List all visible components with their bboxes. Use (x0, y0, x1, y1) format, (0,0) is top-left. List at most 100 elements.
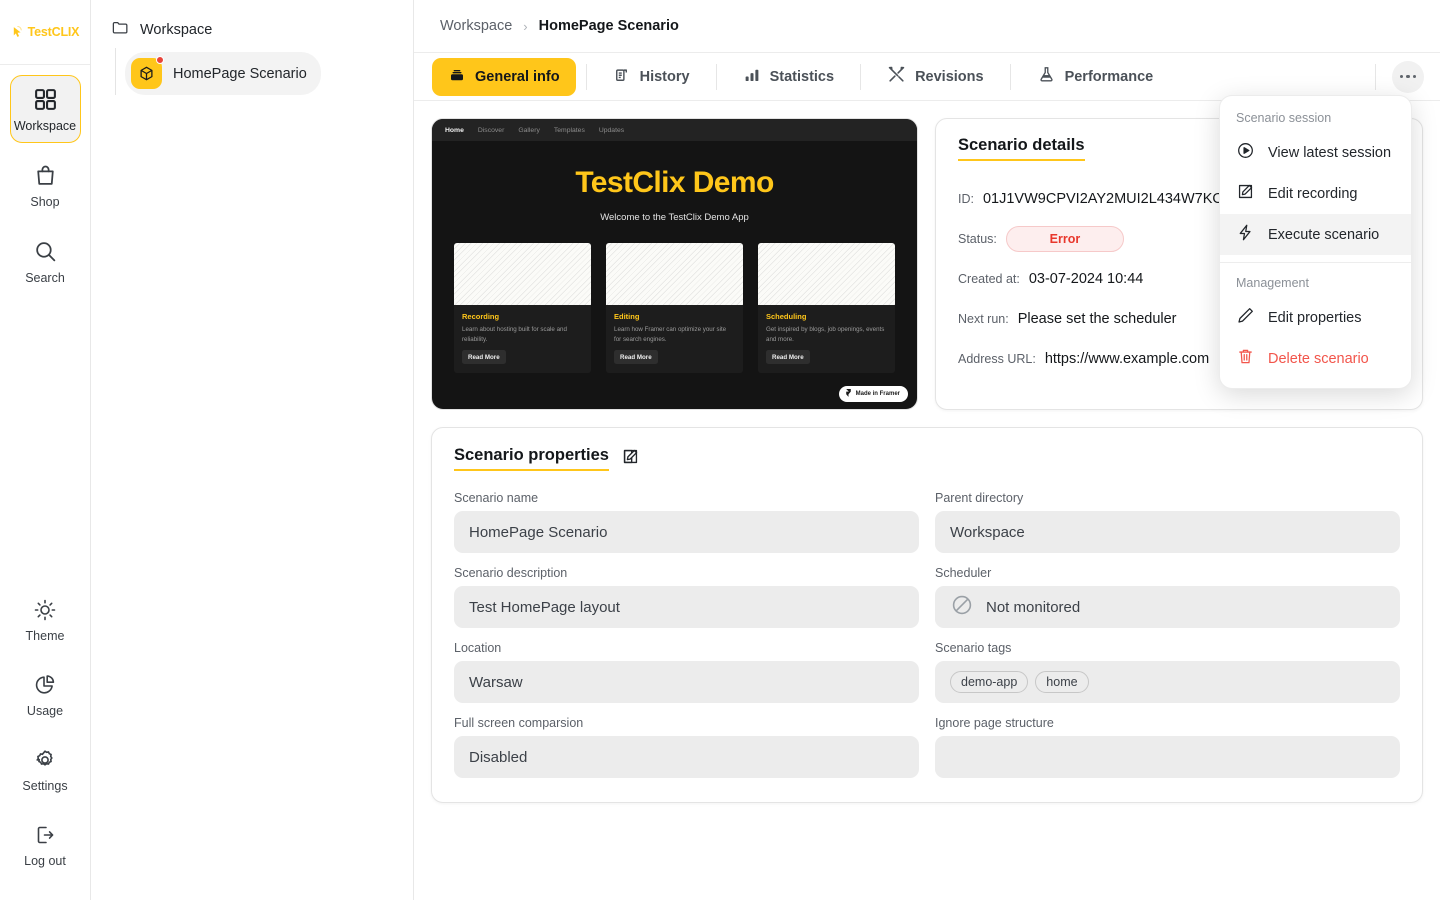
main-content: Workspace › HomePage Scenario General in… (414, 0, 1440, 900)
trash-icon (1236, 347, 1255, 370)
preview-nav-item: Templates (553, 126, 585, 134)
rail-item-workspace[interactable]: Workspace (9, 75, 81, 143)
tools-icon (887, 65, 906, 88)
tab-label: Statistics (769, 68, 835, 85)
rail-item-search[interactable]: Search (10, 227, 81, 295)
flask-icon (1037, 65, 1056, 88)
pie-chart-icon (33, 673, 57, 697)
field-label: Parent directory (935, 491, 1024, 505)
properties-grid: Scenario name HomePage Scenario Parent d… (454, 491, 1400, 778)
field-scenario-description: Scenario description Test HomePage layou… (454, 566, 919, 628)
menu-item-delete-scenario[interactable]: Delete scenario (1220, 338, 1411, 379)
scenario-description-input[interactable]: Test HomePage layout (454, 586, 919, 628)
menu-item-edit-properties[interactable]: Edit properties (1220, 297, 1411, 338)
tab-history[interactable]: History (597, 58, 706, 96)
breadcrumb-parent[interactable]: Workspace (440, 18, 512, 34)
tab-performance[interactable]: Performance (1021, 57, 1170, 96)
scenario-name-input[interactable]: HomePage Scenario (454, 511, 919, 553)
dot (1399, 74, 1404, 79)
preview-card-button: Read More (766, 350, 810, 365)
details-header: Scenario details (958, 136, 1085, 161)
pencil-icon (1236, 306, 1255, 329)
field-full-screen-comparsion: Full screen comparsion Disabled (454, 716, 919, 778)
rail-item-logout[interactable]: Log out (10, 811, 81, 878)
field-scenario-name: Scenario name HomePage Scenario (454, 491, 919, 553)
tree-root-label: Workspace (140, 22, 213, 38)
edit-square-icon[interactable] (621, 447, 640, 471)
menu-item-label: Execute scenario (1268, 226, 1380, 243)
preview-nav-item: Home (445, 126, 464, 134)
rail-item-shop[interactable]: Shop (10, 151, 81, 219)
menu-item-view-latest-session[interactable]: View latest session (1220, 132, 1411, 173)
menu-divider (1220, 262, 1411, 263)
detail-value: 03-07-2024 10:44 (1028, 271, 1144, 287)
left-nav-rail: TestCLIX Workspace Shop Search Theme Usa… (0, 0, 91, 900)
preview-nav-item: Gallery (518, 126, 540, 134)
preview-title: TestClix Demo (575, 166, 774, 199)
status-dot-badge (156, 56, 164, 64)
bag-icon (33, 163, 58, 188)
preview-card: Scheduling Get inspired by blogs, job op… (758, 243, 895, 374)
placeholder-image (758, 243, 895, 305)
tag-chip[interactable]: home (1035, 671, 1089, 693)
history-icon (613, 66, 631, 88)
tab-bar: General info History Statistics Revision… (414, 52, 1440, 101)
tab-label: General info (475, 68, 560, 85)
field-scheduler: Scheduler Not monitored (935, 566, 1400, 628)
sun-icon (33, 598, 57, 622)
rail-item-theme[interactable]: Theme (10, 586, 81, 653)
preview-card-text: Get inspired by blogs, job openings, eve… (766, 326, 885, 343)
full-screen-comparsion-input[interactable]: Disabled (454, 736, 919, 778)
field-location: Location Warsaw (454, 641, 919, 703)
tag-chip[interactable]: demo-app (950, 671, 1029, 693)
scenario-tags-input[interactable]: demo-app home (935, 661, 1400, 703)
preview-subtitle: Welcome to the TestClix Demo App (600, 212, 749, 223)
field-scenario-tags: Scenario tags demo-app home (935, 641, 1400, 703)
app-logo[interactable]: TestCLIX (0, 0, 90, 65)
properties-title: Scenario properties (454, 446, 609, 471)
scenario-preview-thumbnail[interactable]: Home Discover Gallery Templates Updates … (431, 118, 918, 410)
menu-item-edit-recording[interactable]: Edit recording (1220, 173, 1411, 214)
preview-card: Editing Learn how Framer can optimize yo… (606, 243, 743, 374)
tab-revisions[interactable]: Revisions (871, 57, 1000, 96)
app-root: TestCLIX Workspace Shop Search Theme Usa… (0, 0, 1440, 900)
field-label: Scheduler (935, 566, 992, 580)
detail-key: Status: (958, 232, 997, 246)
grid-icon (33, 87, 58, 112)
rail-primary-items: Workspace Shop Search (0, 65, 90, 303)
more-options-button[interactable] (1392, 60, 1424, 93)
cursor-click-icon (11, 25, 26, 40)
menu-item-execute-scenario[interactable]: Execute scenario (1220, 214, 1411, 255)
tab-divider (1009, 63, 1011, 90)
detail-key: Next run: (958, 312, 1009, 326)
preview-nav: Home Discover Gallery Templates Updates (432, 119, 917, 141)
preview-nav-item: Updates (598, 126, 625, 134)
rail-item-usage[interactable]: Usage (10, 661, 81, 728)
field-label: Full screen comparsion (454, 716, 584, 730)
folder-icon (111, 18, 130, 42)
tree-node-homepage-scenario[interactable]: HomePage Scenario (125, 52, 321, 95)
rail-item-settings[interactable]: Settings (10, 736, 81, 803)
scenario-properties-card: Scenario properties Scenario name HomePa… (431, 427, 1423, 803)
parent-directory-input[interactable]: Workspace (935, 511, 1400, 553)
tag-list: demo-app home (950, 671, 1089, 693)
logout-icon (33, 823, 57, 847)
tab-general-info[interactable]: General info (432, 57, 576, 96)
menu-item-label: Edit recording (1268, 185, 1358, 202)
preview-nav-item: Discover (477, 126, 505, 134)
tree-root-workspace[interactable]: Workspace (103, 12, 401, 48)
tab-statistics[interactable]: Statistics (727, 58, 850, 96)
scenario-tree-panel: Workspace HomePage Scenario (91, 0, 414, 900)
menu-item-label: Edit properties (1268, 309, 1362, 326)
detail-value: https://www.example.com (1044, 351, 1210, 367)
tree-children: HomePage Scenario (115, 48, 401, 95)
detail-key: Address URL: (958, 352, 1036, 366)
properties-header: Scenario properties (454, 446, 640, 471)
field-label: Scenario tags (935, 641, 1012, 655)
ignore-page-structure-input[interactable] (935, 736, 1400, 778)
scheduler-input[interactable]: Not monitored (935, 586, 1400, 628)
rail-item-label: Log out (24, 854, 66, 868)
framer-icon (845, 389, 852, 399)
chevron-right-icon: › (523, 18, 528, 34)
location-input[interactable]: Warsaw (454, 661, 919, 703)
